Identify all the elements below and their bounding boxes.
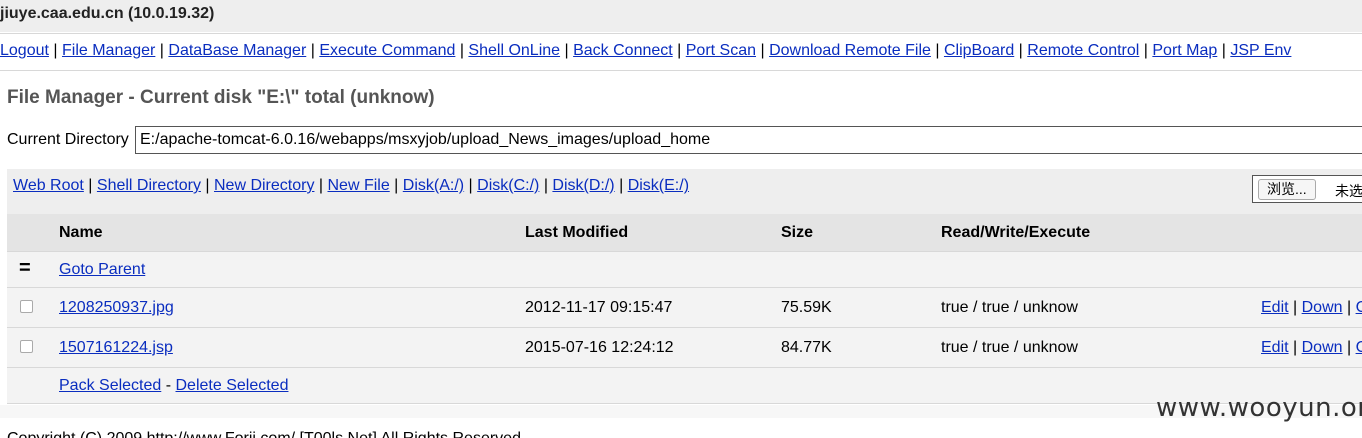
nav-separator: | <box>155 42 169 59</box>
nav-clipboard-link[interactable]: ClipBoard <box>944 42 1014 59</box>
copyright-text: Copyright (C) 2009 http://www.Forjj.com/… <box>7 430 525 438</box>
file-permissions: true / true / unknow <box>941 339 1078 356</box>
file-size: 84.77K <box>781 339 832 356</box>
file-last-modified: 2015-07-16 12:24:12 <box>525 339 674 356</box>
new-directory-link[interactable]: New Directory <box>214 177 314 194</box>
shell-directory-link[interactable]: Shell Directory <box>97 177 201 194</box>
column-header-last-modified: Last Modified <box>525 224 629 241</box>
row-checkbox[interactable] <box>20 300 33 313</box>
edit-link[interactable]: Edit <box>1261 339 1289 356</box>
disk-a-link[interactable]: Disk(A:/) <box>403 177 464 194</box>
quick-link-separator: | <box>200 177 214 194</box>
column-header-size: Size <box>781 224 814 241</box>
nav-separator: | <box>560 42 574 59</box>
parent-directory-icon: = <box>19 257 31 279</box>
no-file-selected-label: 未选 <box>1335 183 1362 199</box>
nav-jsp-env-link[interactable]: JSP Env <box>1230 42 1291 59</box>
disk-c-link[interactable]: Disk(C:/) <box>477 177 539 194</box>
browse-button[interactable]: 浏览... <box>1258 179 1316 200</box>
host-title: jiuye.caa.edu.cn (10.0.19.32) <box>0 5 215 22</box>
file-name-link[interactable]: 1208250937.jpg <box>59 299 174 317</box>
quick-link-separator: | <box>83 177 97 194</box>
nav-shell-online-link[interactable]: Shell OnLine <box>468 42 560 59</box>
page-title: File Manager - Current disk "E:\" total … <box>7 87 435 108</box>
action-separator: | <box>1288 339 1302 356</box>
table-row: 1208250937.jpg 2012-11-17 09:15:47 75.59… <box>7 287 1362 327</box>
more-action-link[interactable]: C <box>1356 299 1362 316</box>
nav-back-connect-link[interactable]: Back Connect <box>573 42 673 59</box>
pack-selected-link[interactable]: Pack Selected <box>59 377 161 394</box>
row-checkbox[interactable] <box>20 340 33 353</box>
action-separator: | <box>1342 339 1356 356</box>
action-separator: | <box>1288 299 1302 316</box>
quick-links: Web Root | Shell Directory | New Directo… <box>13 177 689 195</box>
more-action-link[interactable]: C <box>1356 339 1362 356</box>
file-last-modified: 2012-11-17 09:15:47 <box>525 299 673 316</box>
file-actions: Edit | Down | C <box>1261 299 1362 317</box>
host-bar: jiuye.caa.edu.cn (10.0.19.32) <box>0 0 1362 32</box>
quick-link-separator: | <box>539 177 553 194</box>
delete-selected-link[interactable]: Delete Selected <box>176 377 289 394</box>
nav-execute-command-link[interactable]: Execute Command <box>319 42 455 59</box>
nav-separator: | <box>48 42 62 59</box>
goto-parent-row: = Goto Parent <box>7 251 1362 287</box>
quick-link-separator: | <box>614 177 628 194</box>
nav-separator: | <box>756 42 770 59</box>
nav-logout-link[interactable]: Logout <box>0 42 49 59</box>
current-directory-input[interactable] <box>135 126 1362 154</box>
quick-link-separator: | <box>389 177 403 194</box>
nav-separator: | <box>1014 42 1028 59</box>
table-row: 1507161224.jsp 2015-07-16 12:24:12 84.77… <box>7 327 1362 367</box>
nav-separator: | <box>1217 42 1231 59</box>
nav-port-scan-link[interactable]: Port Scan <box>686 42 756 59</box>
nav-file-manager-link[interactable]: File Manager <box>62 42 155 59</box>
quick-links-bar: Web Root | Shell Directory | New Directo… <box>7 169 1362 214</box>
nav-port-map-link[interactable]: Port Map <box>1152 42 1217 59</box>
disk-d-link[interactable]: Disk(D:/) <box>552 177 614 194</box>
quick-link-separator: | <box>314 177 328 194</box>
nav-separator: | <box>672 42 686 59</box>
disk-e-link[interactable]: Disk(E:/) <box>628 177 689 194</box>
file-table-header: Name Last Modified Size Read/Write/Execu… <box>7 214 1362 251</box>
goto-parent-link[interactable]: Goto Parent <box>59 261 145 279</box>
down-link[interactable]: Down <box>1302 299 1343 316</box>
file-upload-field[interactable]: 浏览... 未选 <box>1252 175 1362 203</box>
nav-separator: | <box>306 42 320 59</box>
watermark: www.wooyun.org <box>1156 393 1362 423</box>
file-actions: Edit | Down | C <box>1261 339 1362 357</box>
current-directory-label: Current Directory <box>7 131 129 148</box>
file-permissions: true / true / unknow <box>941 299 1078 316</box>
main-nav-links: Logout | File Manager | DataBase Manager… <box>0 42 1291 60</box>
nav-separator: | <box>455 42 469 59</box>
nav-download-remote-file-link[interactable]: Download Remote File <box>769 42 931 59</box>
edit-link[interactable]: Edit <box>1261 299 1289 316</box>
file-size: 75.59K <box>781 299 832 316</box>
down-link[interactable]: Down <box>1302 339 1343 356</box>
file-name-link[interactable]: 1507161224.jsp <box>59 339 173 357</box>
quick-link-separator: | <box>464 177 478 194</box>
web-root-link[interactable]: Web Root <box>13 177 84 194</box>
main-nav-bar: Logout | File Manager | DataBase Manager… <box>0 33 1362 71</box>
bulk-actions: Pack Selected - Delete Selected <box>59 377 288 395</box>
column-header-name: Name <box>59 224 103 241</box>
nav-separator: | <box>930 42 944 59</box>
action-separator: | <box>1342 299 1356 316</box>
nav-database-manager-link[interactable]: DataBase Manager <box>168 42 306 59</box>
bulk-action-separator: - <box>161 377 176 394</box>
nav-separator: | <box>1139 42 1153 59</box>
new-file-link[interactable]: New File <box>328 177 390 194</box>
nav-remote-control-link[interactable]: Remote Control <box>1027 42 1139 59</box>
column-header-rwx: Read/Write/Execute <box>941 224 1091 241</box>
